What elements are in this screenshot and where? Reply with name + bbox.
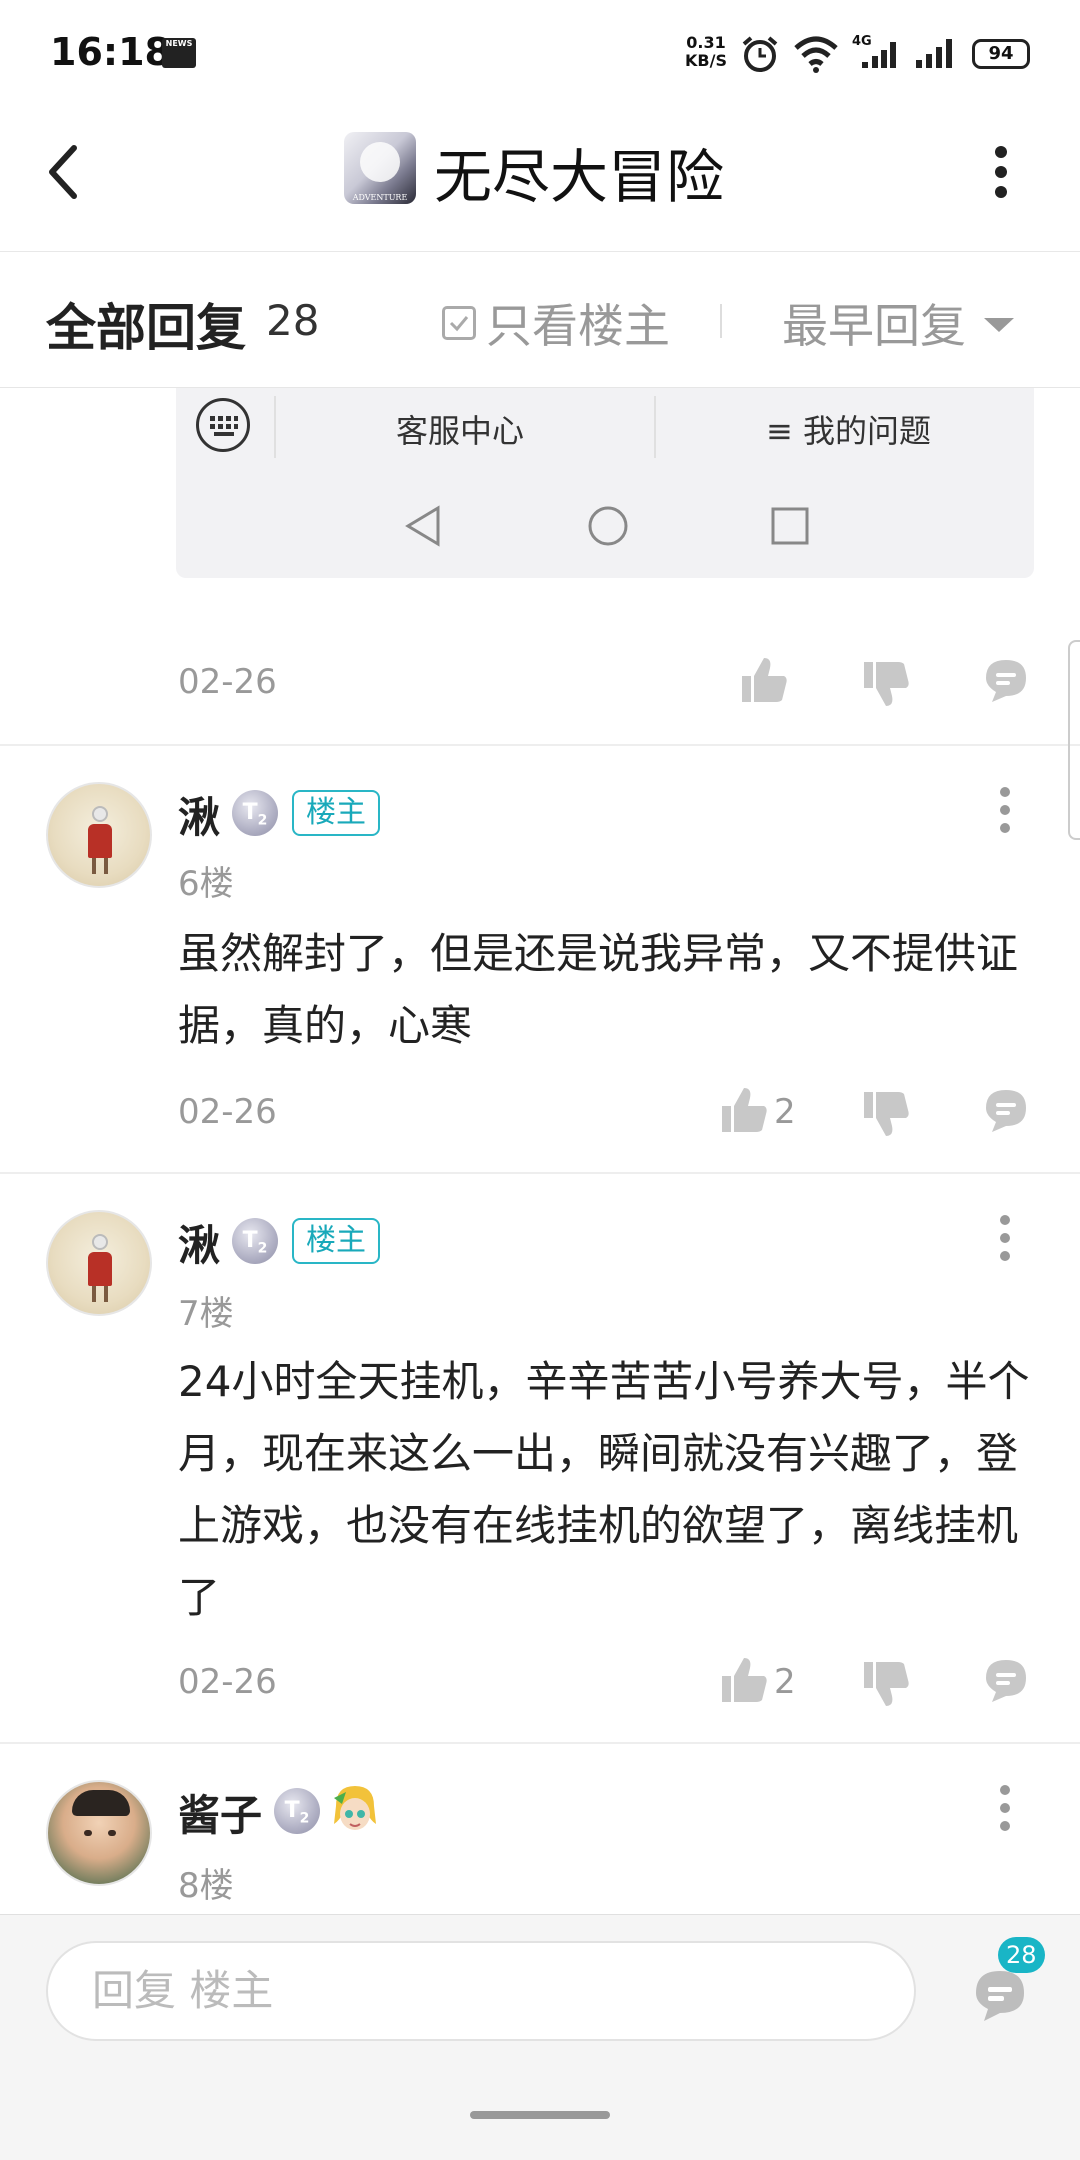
post-date: 02-26 [178, 662, 277, 702]
only-op-toggle[interactable]: 只看楼主 [442, 290, 670, 356]
floor-number: 8楼 [178, 1866, 234, 1906]
thumbs-down-icon[interactable] [860, 1658, 912, 1710]
op-badge: 楼主 [292, 790, 380, 836]
post-more-icon[interactable] [990, 1214, 1020, 1268]
post-date: 02-26 [178, 1662, 277, 1702]
only-op-label: 只看楼主 [486, 299, 670, 353]
back-arrow-icon[interactable] [44, 142, 84, 202]
username[interactable]: 酱子 [178, 1782, 262, 1843]
post-content: 24小时全天挂机，辛辛苦苦小号养大号，半个月，现在来这么一出，瞬间就没有兴趣了，… [178, 1357, 1030, 1622]
title-bar: ADVENTURE 无尽大冒险 [0, 100, 1080, 252]
my-questions-label: ≡ 我的问题 [766, 412, 931, 450]
filter-divider [720, 304, 722, 338]
status-bar: 16:18 NEWS 0.31 KB/S 4G 94 [0, 0, 1080, 100]
comment-icon[interactable] [982, 656, 1030, 704]
like-count: 2 [774, 1092, 796, 1132]
like-count: 2 [774, 1662, 796, 1702]
username[interactable]: 湫 [178, 1212, 220, 1273]
comment-icon[interactable] [982, 1656, 1030, 1704]
level-badge: T2 [274, 1788, 320, 1834]
post-divider [0, 1742, 1080, 1744]
post-image[interactable]: 客服中心 ≡ 我的问题 [176, 388, 1034, 578]
comments-icon[interactable] [970, 1965, 1030, 2025]
thumbs-up-icon[interactable] [718, 1654, 770, 1706]
character-badge-icon [334, 1786, 376, 1830]
avatar[interactable] [46, 1780, 152, 1886]
more-options-icon[interactable] [986, 142, 1016, 202]
floor-number: 7楼 [178, 1294, 234, 1334]
status-time: 16:18 [50, 30, 171, 74]
reply-input[interactable]: 回复 楼主 [46, 1941, 916, 2041]
post-content: 虽然解封了，但是还是说我异常，又不提供证据，真的，心寒 [178, 929, 1019, 1050]
separator [654, 396, 656, 458]
username[interactable]: 湫 [178, 784, 220, 845]
nav-recents-icon [771, 507, 809, 545]
post-more-icon[interactable] [990, 1784, 1020, 1838]
alarm-icon [742, 36, 778, 72]
thumbs-down-icon[interactable] [860, 1088, 912, 1140]
comment-icon[interactable] [982, 1086, 1030, 1134]
thumbs-down-icon[interactable] [860, 658, 912, 710]
checkbox-icon[interactable] [442, 306, 476, 340]
home-indicator[interactable] [470, 2111, 610, 2119]
sort-dropdown[interactable]: 最早回复 [782, 290, 966, 356]
scrollbar[interactable] [1068, 640, 1080, 840]
reply-count: 28 [266, 296, 320, 345]
comment-count-badge: 28 [998, 1937, 1045, 1973]
post-divider [0, 1172, 1080, 1174]
customer-service-label: 客服中心 [396, 412, 525, 450]
post-more-icon[interactable] [990, 786, 1020, 840]
signal-icon-sim2 [916, 39, 952, 68]
avatar[interactable] [46, 782, 152, 888]
news-notification-icon: NEWS [162, 38, 196, 68]
op-badge: 楼主 [292, 1218, 380, 1264]
filter-bar: 全部回复 28 只看楼主 最早回复 [0, 252, 1080, 388]
bottom-reply-bar: 回复 楼主 28 [0, 1914, 1080, 2160]
battery-icon: 94 [972, 39, 1030, 69]
post-date: 02-26 [178, 1092, 277, 1132]
game-icon: ADVENTURE [344, 132, 416, 204]
all-replies-label: 全部回复 [46, 299, 246, 357]
avatar[interactable] [46, 1210, 152, 1316]
signal-icon-sim1 [862, 42, 896, 68]
level-badge: T2 [232, 790, 278, 836]
post-divider [0, 744, 1080, 746]
network-speed: 0.31 KB/S [685, 33, 727, 70]
caret-down-icon[interactable] [984, 318, 1014, 332]
wifi-icon [794, 36, 838, 73]
floor-number: 6楼 [178, 864, 234, 904]
thumbs-up-icon[interactable] [738, 654, 790, 706]
separator [274, 396, 276, 458]
page-title: 无尽大冒险 [434, 143, 725, 211]
level-badge: T2 [232, 1218, 278, 1264]
keyboard-icon [196, 398, 250, 452]
nav-back-icon [405, 505, 440, 547]
nav-home-icon [588, 506, 628, 546]
thumbs-up-icon[interactable] [718, 1084, 770, 1136]
